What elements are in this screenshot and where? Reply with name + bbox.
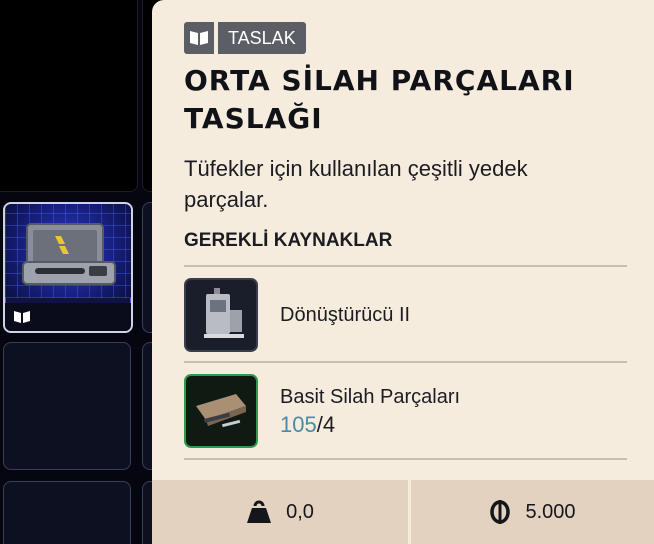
item-description: Tüfekler için kullanılan çeşitli yedek p… [184, 156, 528, 212]
weight-icon [247, 500, 272, 523]
inventory-slot[interactable] [0, 0, 138, 192]
resource-quantity: 105/4 [280, 412, 335, 438]
divider [184, 361, 627, 363]
weight-value: 0,0 [286, 500, 314, 523]
item-image [5, 204, 131, 298]
toolcase-icon [22, 223, 116, 285]
inventory-slot[interactable] [3, 481, 131, 544]
required-count: 4 [322, 412, 336, 437]
resource-thumbnail [184, 278, 258, 352]
tag-label: TASLAK [218, 22, 306, 54]
weapon-parts-icon [196, 394, 246, 428]
converter-machine-icon [204, 288, 244, 338]
requirements-heading: GEREKLİ KAYNAKLAR [184, 230, 393, 251]
inventory-grid [0, 0, 160, 544]
resource-row[interactable]: Basit Silah Parçaları 105/4 [184, 374, 627, 450]
value-amount: 5.000 [525, 500, 576, 523]
item-tooltip: TASLAK ORTA SİLAH PARÇALARI TASLAĞI Tüfe… [152, 0, 654, 544]
book-icon [14, 311, 30, 323]
item-title: ORTA SİLAH PARÇALARI TASLAĞI [184, 64, 575, 135]
resource-name: Dönüştürücü II [280, 304, 411, 326]
blueprint-tag: TASLAK [184, 22, 306, 54]
weight-cell: 0,0 [152, 480, 408, 544]
divider [184, 458, 627, 460]
coin-icon [490, 500, 511, 524]
value-cell: 5.000 [411, 480, 654, 544]
tag-icon-box [184, 22, 214, 54]
divider [184, 265, 627, 267]
inventory-slot[interactable] [3, 342, 131, 470]
inventory-slot-selected[interactable] [3, 202, 133, 333]
book-icon [190, 31, 208, 45]
tooltip-footer: 0,0 5.000 [152, 480, 654, 544]
owned-count: 105 [280, 412, 317, 437]
resource-name: Basit Silah Parçaları [280, 386, 461, 408]
resource-row[interactable]: Dönüştürücü II [184, 278, 627, 354]
resource-thumbnail [184, 374, 258, 448]
item-footer [5, 303, 131, 331]
